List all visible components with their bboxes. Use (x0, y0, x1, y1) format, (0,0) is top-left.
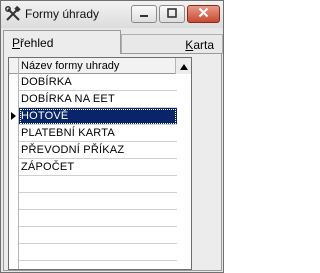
scroll-up-button[interactable] (175, 58, 191, 74)
table-row[interactable]: PŘEVODNÍ PŘÍKAZ (19, 142, 177, 159)
forms-of-payment-window: Formy úhrady Přehled Karta Název formy u… (0, 0, 224, 273)
row-label: HOTOVĚ (21, 110, 69, 122)
tab-prehled[interactable]: Přehled (3, 30, 121, 54)
empty-table-row[interactable] (19, 210, 177, 227)
row-indicator-header (9, 58, 19, 74)
tab-control: Přehled Karta Název formy uhrady DOBÍRKA… (1, 28, 223, 272)
close-icon (198, 5, 209, 23)
table-row[interactable]: ZÁPOČET (19, 159, 177, 176)
table-row[interactable]: PLATEBNÍ KARTA (19, 125, 177, 142)
row-label: DOBÍRKA (21, 76, 72, 88)
column-header-name[interactable]: Název formy uhrady (21, 60, 119, 72)
current-row-arrow-icon (11, 112, 16, 120)
maximize-icon (167, 5, 177, 23)
tab-karta-label: arta (193, 37, 214, 52)
tab-prehled-label: řehled (20, 35, 54, 50)
payment-forms-grid[interactable]: Název formy uhrady DOBÍRKA DOBÍRKA NA EET… (8, 57, 192, 270)
tab-karta-accelerator: K (185, 37, 194, 52)
tools-icon (5, 5, 21, 22)
maximize-button[interactable] (159, 5, 185, 23)
row-label: ZÁPOČET (21, 161, 75, 173)
row-indicator-column (9, 74, 19, 269)
minimize-button[interactable] (131, 5, 157, 23)
window-title: Formy úhrady (25, 7, 100, 21)
title-bar[interactable]: Formy úhrady (1, 1, 223, 28)
empty-table-row[interactable] (19, 244, 177, 261)
table-row[interactable]: HOTOVĚ (19, 108, 177, 125)
row-label: PŘEVODNÍ PŘÍKAZ (21, 144, 125, 156)
tab-panel-prehled: Název formy uhrady DOBÍRKA DOBÍRKA NA EET… (3, 53, 222, 271)
table-row[interactable]: DOBÍRKA (19, 74, 177, 91)
minimize-icon (139, 5, 149, 23)
tab-karta[interactable]: Karta (121, 34, 223, 54)
grid-rows: DOBÍRKA DOBÍRKA NA EET HOTOVĚ PLATEBNÍ KART… (19, 74, 191, 269)
table-row[interactable]: DOBÍRKA NA EET (19, 91, 177, 108)
empty-table-row[interactable] (19, 193, 177, 210)
tab-prehled-accelerator: P (12, 35, 21, 50)
row-label: DOBÍRKA NA EET (21, 93, 115, 105)
empty-table-row[interactable] (19, 176, 177, 193)
row-label: PLATEBNÍ KARTA (21, 127, 115, 139)
scroll-up-arrow-icon (179, 58, 188, 75)
empty-table-row[interactable] (19, 227, 177, 244)
grid-header: Název formy uhrady (9, 58, 191, 74)
close-button[interactable] (187, 5, 220, 23)
